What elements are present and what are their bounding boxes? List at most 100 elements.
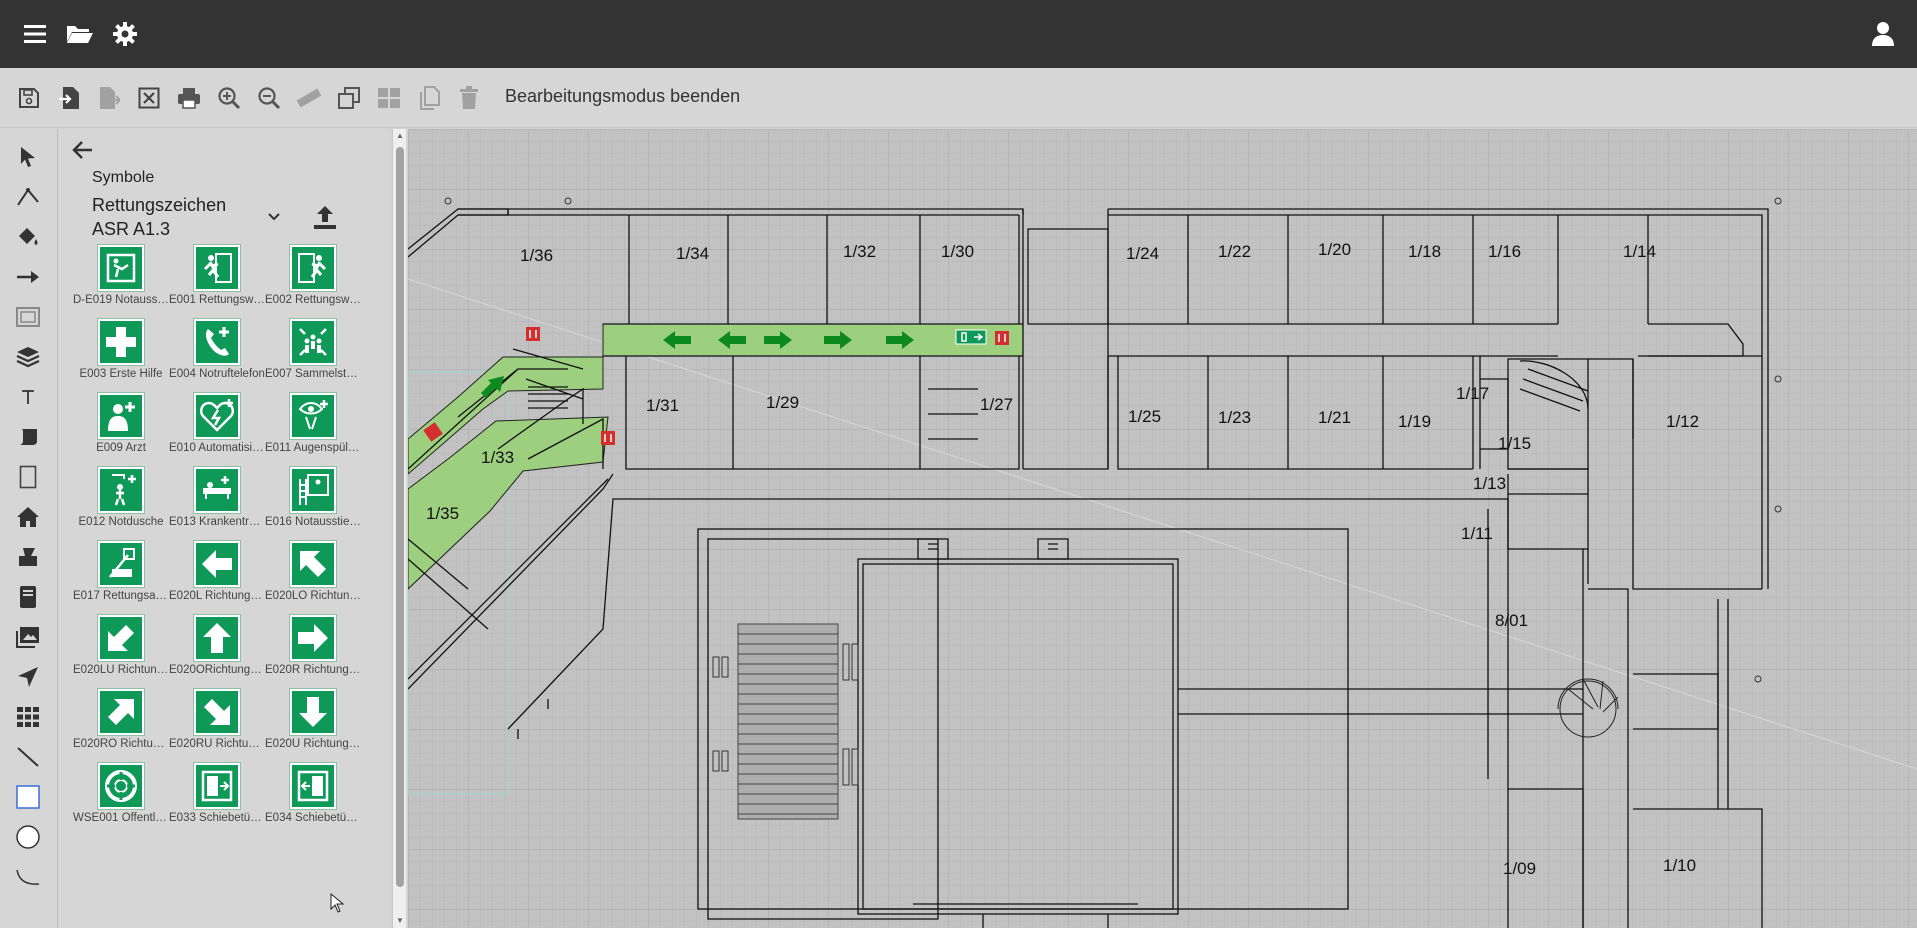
copy-layers-icon[interactable] [335, 84, 363, 112]
polyline-icon[interactable] [13, 182, 43, 212]
symbol-item[interactable]: E020LO Richtungsangabe links oben [265, 540, 361, 615]
symbol-label: E017 Rettungsausstieg [73, 590, 169, 602]
paint-bucket-icon[interactable] [13, 222, 43, 252]
rectangle-tool-icon[interactable] [13, 782, 43, 812]
symbol-label: E033 Schiebetür rechts [169, 812, 265, 824]
export-file-icon[interactable] [95, 84, 123, 112]
symbol-item[interactable]: E001 Rettungsweg links [169, 244, 265, 319]
gear-icon[interactable] [108, 17, 142, 51]
symbol-item[interactable]: WSE001 Öffentliche Rettungsausrüstung [73, 762, 169, 837]
text-icon[interactable] [13, 382, 43, 412]
arrow-down-right-icon [193, 688, 241, 736]
svg-text:1/09: 1/09 [1503, 859, 1536, 878]
symbol-item[interactable]: E009 Arzt [73, 392, 169, 467]
symbol-item[interactable]: E020LU Richtungsangabe links unten [73, 614, 169, 689]
zoom-out-icon[interactable] [255, 84, 283, 112]
symbol-label: E034 Schiebetür links [265, 812, 361, 824]
svg-text:1/33: 1/33 [481, 448, 514, 467]
symbol-label: E020U Richtungsangabe unten [265, 738, 361, 750]
upload-icon[interactable] [309, 201, 341, 233]
symbol-label: E020R Richtungsangabe rechts [265, 664, 361, 676]
duplicate-icon[interactable] [415, 84, 443, 112]
symbol-label: E020LU Richtungsangabe links unten [73, 664, 169, 676]
toolbar: Bearbeitungsmodus beenden [0, 68, 1917, 128]
symbol-item[interactable]: E020RU Richtungsangabe rechts unten [169, 688, 265, 763]
svg-text:1/22: 1/22 [1218, 242, 1251, 261]
first-aid-cross-icon [97, 318, 145, 366]
line-tool-icon[interactable] [13, 742, 43, 772]
svg-text:1/21: 1/21 [1318, 408, 1351, 427]
floor-plan[interactable]: 1/36 1/34 1/32 1/30 1/24 1/22 1/20 1/18 … [408, 129, 1917, 928]
navigation-arrow-icon[interactable] [13, 662, 43, 692]
symbol-label: E016 Notausstieg mit Fluchtleiter [265, 516, 361, 528]
import-file-icon[interactable] [55, 84, 83, 112]
svg-text:1/35: 1/35 [426, 504, 459, 523]
scroll-up-arrow[interactable]: ▲ [395, 131, 405, 141]
home-icon[interactable] [13, 502, 43, 532]
scroll-down-arrow[interactable]: ▼ [395, 916, 405, 926]
symbol-label: E011 Augenspüleinrichtung [265, 442, 361, 454]
print-icon[interactable] [175, 84, 203, 112]
page-icon[interactable] [13, 462, 43, 492]
scroll-thumb[interactable] [396, 147, 404, 887]
apps-grid-icon[interactable] [13, 702, 43, 732]
arc-tool-icon[interactable] [13, 862, 43, 892]
symbol-item[interactable]: E017 Rettungsausstieg [73, 540, 169, 615]
symbol-item[interactable]: E010 Automatisierter Defibrillator [169, 392, 265, 467]
symbol-label: E013 Krankentrage [169, 516, 265, 528]
scroll-icon[interactable] [13, 422, 43, 452]
svg-text:1/19: 1/19 [1398, 412, 1431, 431]
circle-tool-icon[interactable] [13, 822, 43, 852]
symbol-item[interactable]: E020U Richtungsangabe unten [265, 688, 361, 763]
exit-edit-mode-button[interactable]: Bearbeitungsmodus beenden [505, 86, 740, 107]
ruler-icon[interactable] [295, 84, 323, 112]
symbol-item[interactable]: D-E019 Notausstieg [73, 244, 169, 319]
symbol-item[interactable]: E011 Augenspüleinrichtung [265, 392, 361, 467]
sliding-door-right-icon [193, 762, 241, 810]
zoom-in-icon[interactable] [215, 84, 243, 112]
symbol-label: E020LO Richtungsangabe links oben [265, 590, 361, 602]
defibrillator-icon [193, 392, 241, 440]
image-frame-icon[interactable] [13, 302, 43, 332]
symbol-item[interactable]: E020L Richtungsangabe links [169, 540, 265, 615]
symbol-item[interactable]: E016 Notausstieg mit Fluchtleiter [265, 466, 361, 541]
arrow-line-icon[interactable] [13, 262, 43, 292]
book-icon[interactable] [13, 582, 43, 612]
symbol-item[interactable]: E034 Schiebetür links [265, 762, 361, 837]
category-select[interactable]: Rettungszeichen ASR A1.3 [92, 193, 292, 241]
symbol-item[interactable]: E020ORichtungsangabe oben [169, 614, 265, 689]
close-file-icon[interactable] [135, 84, 163, 112]
user-icon[interactable] [1866, 17, 1900, 51]
tool-rail [0, 129, 58, 928]
save-icon[interactable] [15, 84, 43, 112]
symbol-item[interactable]: E003 Erste Hilfe [73, 318, 169, 393]
symbol-item[interactable]: E002 Rettungsweg rechts [265, 244, 361, 319]
hamburger-menu-icon[interactable] [18, 17, 52, 51]
symbol-item[interactable]: E012 Notdusche [73, 466, 169, 541]
chevron-down-icon[interactable] [264, 207, 284, 227]
doctor-icon [97, 392, 145, 440]
emergency-exit-window-icon [97, 244, 145, 292]
svg-text:1/23: 1/23 [1218, 408, 1251, 427]
symbol-item[interactable]: E004 Notruftelefon [169, 318, 265, 393]
layers-icon[interactable] [13, 342, 43, 372]
grid-layout-icon[interactable] [375, 84, 403, 112]
stamp-icon[interactable] [13, 542, 43, 572]
symbol-item[interactable]: E007 Sammelstelle [265, 318, 361, 393]
back-arrow-icon[interactable] [67, 135, 97, 165]
image-gallery-icon[interactable] [13, 622, 43, 652]
symbol-item[interactable]: E020R Richtungsangabe rechts [265, 614, 361, 689]
folder-open-icon[interactable] [63, 17, 97, 51]
symbol-item[interactable]: E020RO Richtungsangabe rechts oben [73, 688, 169, 763]
symbol-item[interactable]: E033 Schiebetür rechts [169, 762, 265, 837]
panel-scrollbar[interactable]: ▲ ▼ [392, 129, 406, 928]
symbol-label: E020RO Richtungsangabe rechts oben [73, 738, 169, 750]
svg-text:1/24: 1/24 [1126, 244, 1159, 263]
symbol-label: E003 Erste Hilfe [79, 368, 163, 380]
select-pointer-icon[interactable] [13, 142, 43, 172]
symbol-item[interactable]: E013 Krankentrage [169, 466, 265, 541]
arrow-down-left-icon [97, 614, 145, 662]
symbol-label: E020RU Richtungsangabe rechts unten [169, 738, 265, 750]
drawing-canvas[interactable]: 1/36 1/34 1/32 1/30 1/24 1/22 1/20 1/18 … [408, 129, 1917, 928]
trash-icon[interactable] [455, 84, 483, 112]
